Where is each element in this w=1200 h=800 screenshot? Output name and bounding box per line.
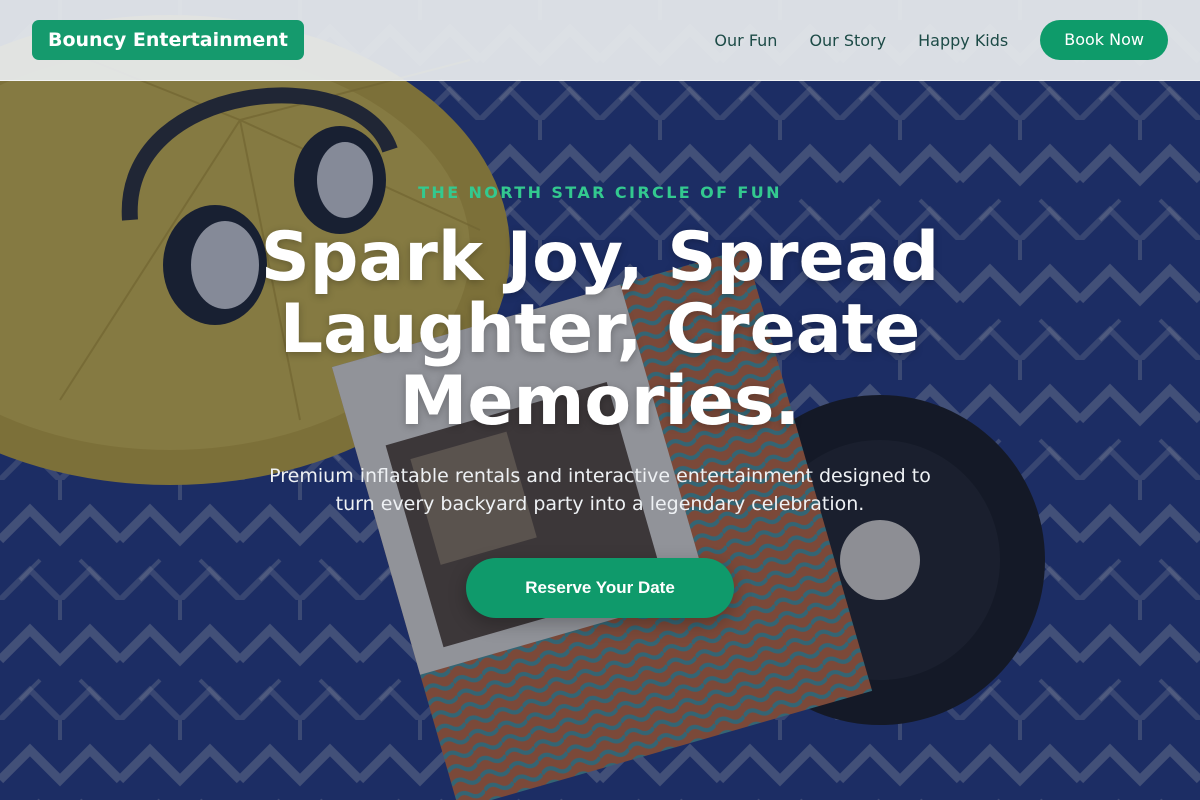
nav-link-our-fun[interactable]: Our Fun (714, 31, 777, 50)
hero-eyebrow: THE NORTH STAR CIRCLE OF FUN (418, 183, 782, 202)
site-header: Bouncy Entertainment Our Fun Our Story H… (0, 0, 1200, 81)
nav-link-our-story[interactable]: Our Story (809, 31, 886, 50)
nav-link-happy-kids[interactable]: Happy Kids (918, 31, 1008, 50)
book-now-button[interactable]: Book Now (1040, 20, 1168, 60)
reserve-date-button[interactable]: Reserve Your Date (466, 558, 734, 618)
hero-section: THE NORTH STAR CIRCLE OF FUN Spark Joy, … (0, 0, 1200, 800)
hero-subline: Premium inflatable rentals and interacti… (269, 465, 931, 515)
main-nav: Our Fun Our Story Happy Kids Book Now (714, 20, 1168, 60)
hero-headline: Spark Joy, Spread Laughter, Create Memor… (260, 218, 940, 441)
brand-logo-button[interactable]: Bouncy Entertainment (32, 20, 304, 60)
